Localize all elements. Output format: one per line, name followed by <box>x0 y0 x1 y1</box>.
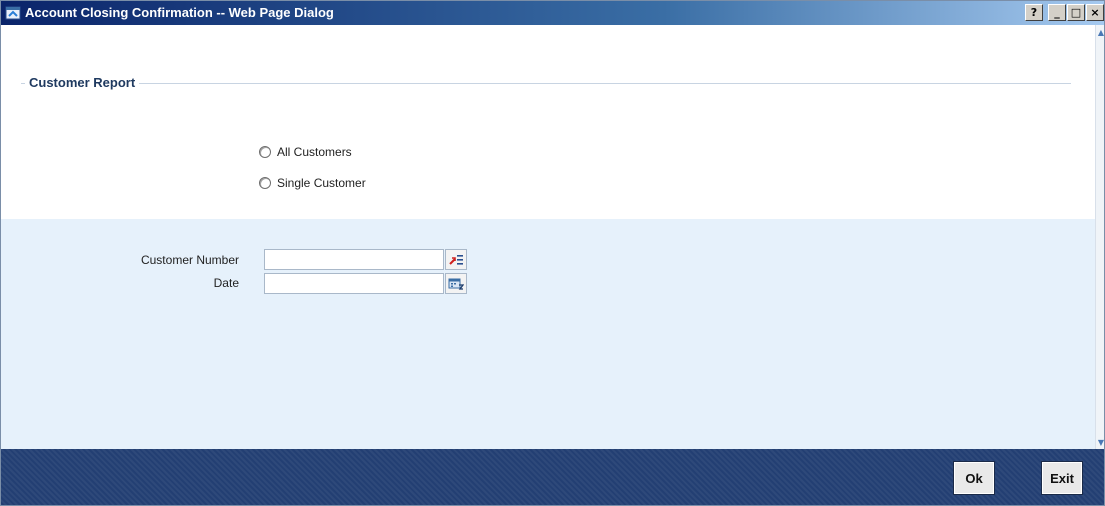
option-all-customers[interactable]: All Customers <box>259 145 352 159</box>
customer-criteria-panel: Customer Number Date <box>1 219 1095 449</box>
customer-report-section: Customer Report All Customers Single Cus… <box>1 25 1095 219</box>
calendar-icon <box>448 278 464 290</box>
dialog-content: Customer Report All Customers Single Cus… <box>1 25 1095 449</box>
date-picker-button[interactable] <box>445 273 467 294</box>
exit-button[interactable]: Exit <box>1041 461 1083 495</box>
scroll-up-arrow-icon[interactable]: ▲ <box>1096 27 1104 37</box>
dialog-window: Account Closing Confirmation -- Web Page… <box>0 0 1105 506</box>
customer-lookup-button[interactable] <box>445 249 467 270</box>
button-bar: Ok Exit <box>1 449 1104 505</box>
customer-number-label: Customer Number <box>140 253 239 267</box>
ok-button[interactable]: Ok <box>953 461 995 495</box>
scroll-down-arrow-icon[interactable]: ▼ <box>1096 437 1104 447</box>
all-customers-radio[interactable] <box>259 146 271 158</box>
option-single-customer[interactable]: Single Customer <box>259 176 366 190</box>
single-customer-radio[interactable] <box>259 177 271 189</box>
date-input[interactable] <box>264 273 444 294</box>
help-button[interactable]: ? <box>1025 4 1043 21</box>
list-lookup-icon <box>449 254 463 265</box>
minimize-button[interactable]: _ <box>1048 4 1066 21</box>
all-customers-label: All Customers <box>277 145 352 159</box>
section-legend: Customer Report <box>25 76 140 90</box>
vertical-scrollbar[interactable]: ▲ ▼ <box>1095 25 1104 449</box>
date-label: Date <box>213 276 239 290</box>
maximize-button[interactable]: □ <box>1067 4 1085 21</box>
fieldset-border <box>21 83 1071 84</box>
close-button[interactable]: × <box>1086 4 1104 21</box>
title-bar[interactable]: Account Closing Confirmation -- Web Page… <box>1 1 1104 25</box>
window-title: Account Closing Confirmation -- Web Page… <box>25 5 334 20</box>
ie-dialog-icon <box>5 6 21 20</box>
single-customer-label: Single Customer <box>277 176 366 190</box>
customer-number-input[interactable] <box>264 249 444 270</box>
window-controls: ? _ □ × <box>1025 4 1104 21</box>
